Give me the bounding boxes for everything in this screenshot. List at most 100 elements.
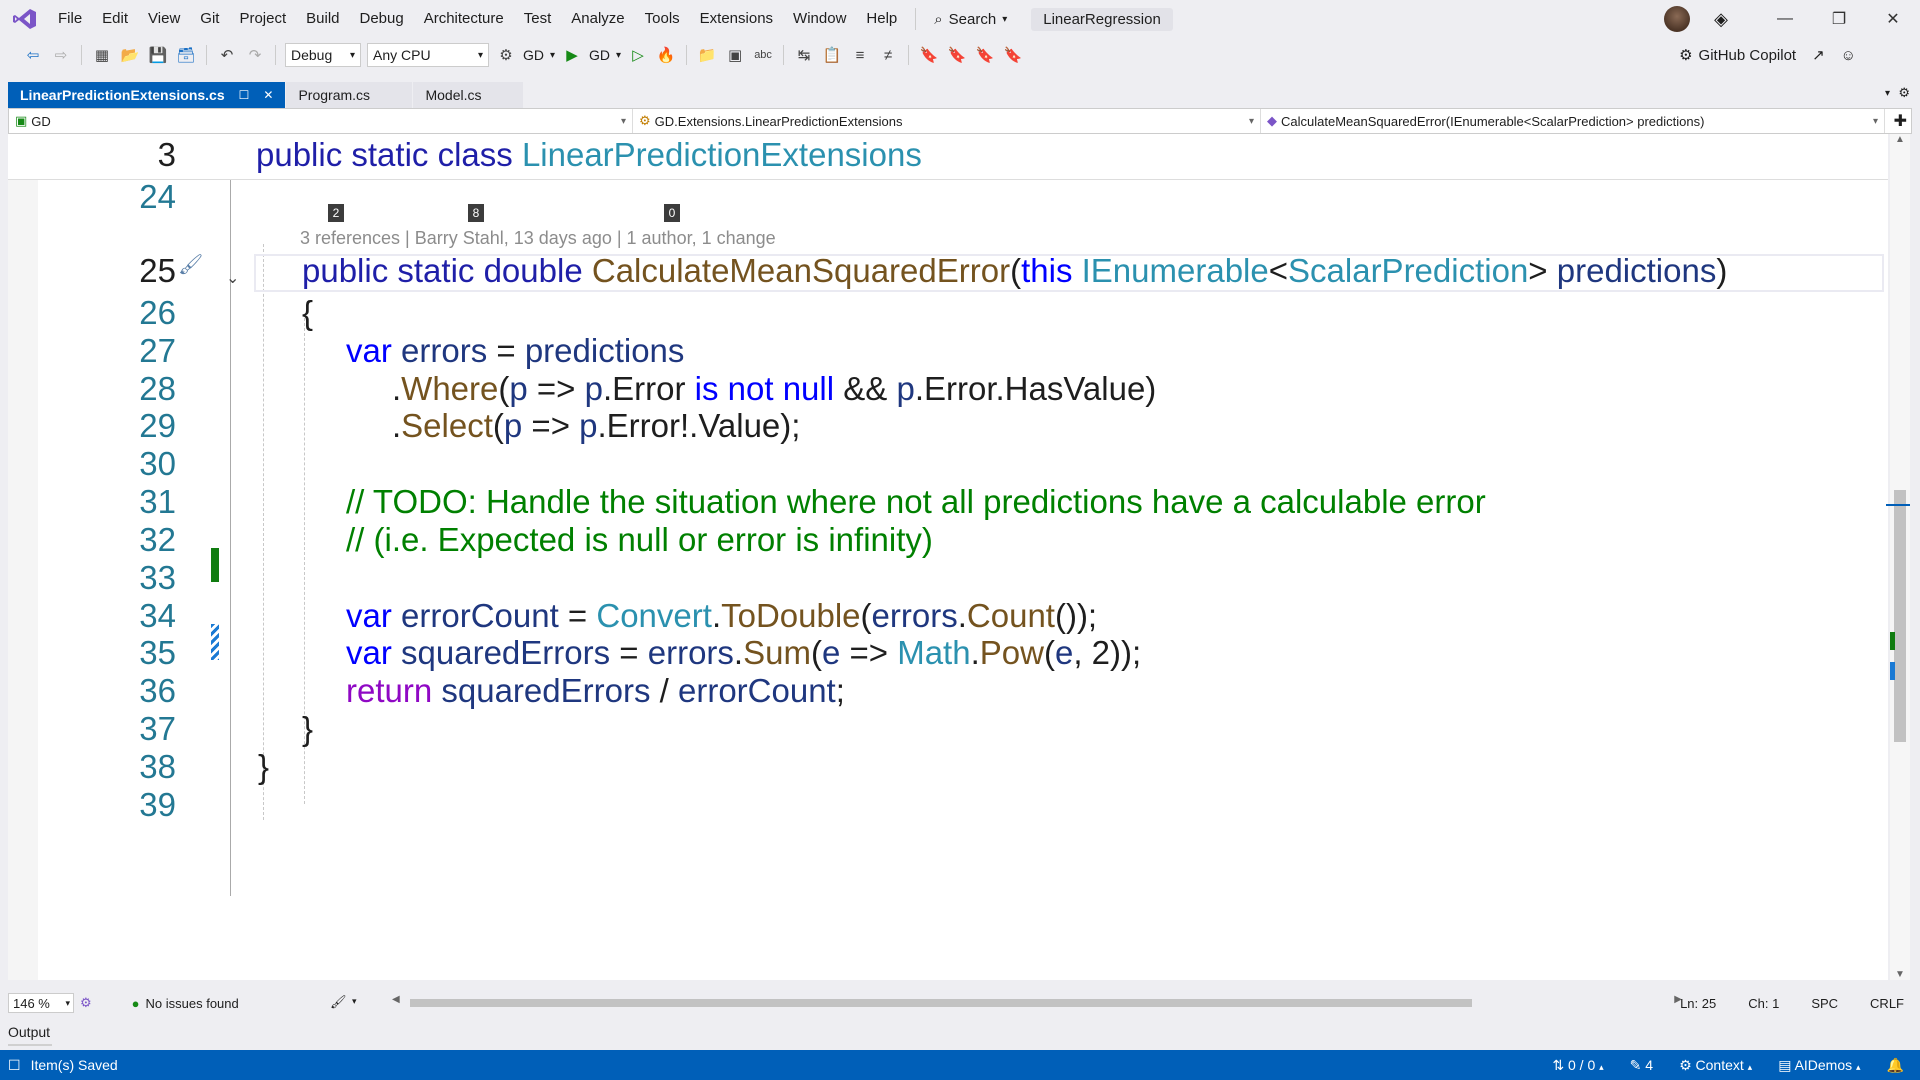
scroll-up-icon[interactable]: ▲: [1895, 134, 1905, 145]
horizontal-scrollbar[interactable]: ◀ ▶: [392, 994, 1682, 1009]
menu-architecture[interactable]: Architecture: [414, 0, 514, 38]
scroll-down-icon[interactable]: ▼: [1895, 969, 1905, 980]
browse-icon[interactable]: 📁: [696, 44, 718, 66]
editor-status-row: 146 % ▾ ⚙ ● No issues found 🖌 ▾ ◀ ▶ Ln: …: [0, 990, 1920, 1016]
member-dropdown[interactable]: ◆ CalculateMeanSquaredError(IEnumerable<…: [1261, 109, 1885, 133]
output-tab-underline: [8, 1044, 52, 1046]
menu-extensions[interactable]: Extensions: [690, 0, 783, 38]
sticky-scroll-header[interactable]: 3 public static class LinearPredictionEx…: [8, 134, 1888, 180]
menu-window[interactable]: Window: [783, 0, 856, 38]
visual-studio-logo-icon[interactable]: [12, 8, 38, 30]
tab-linear-prediction-extensions[interactable]: LinearPredictionExtensions.cs ☐ ✕: [8, 82, 286, 108]
column-indicator[interactable]: Ch: 1: [1732, 996, 1795, 1011]
minimize-button[interactable]: —: [1758, 10, 1812, 28]
menu-analyze[interactable]: Analyze: [561, 0, 634, 38]
comment-icon[interactable]: ≠: [877, 44, 899, 66]
line-indicator[interactable]: Ln: 25: [1664, 996, 1732, 1011]
context-indicator[interactable]: ⚙ Context ▴: [1679, 1057, 1752, 1074]
back-icon[interactable]: ⇦: [22, 44, 44, 66]
open-folder-icon[interactable]: 📂: [119, 44, 141, 66]
prev-bookmark-icon[interactable]: 🔖: [946, 44, 968, 66]
menu-view[interactable]: View: [138, 0, 190, 38]
scrollbar-thumb[interactable]: [410, 999, 1472, 1007]
whitespace-indicator[interactable]: SPC: [1795, 996, 1854, 1011]
code-editor[interactable]: 3 public static class LinearPredictionEx…: [8, 134, 1888, 980]
search-button[interactable]: ⌕ Search ▾: [924, 11, 1017, 28]
chevron-down-icon[interactable]: ▾: [616, 50, 621, 61]
output-tab-label[interactable]: Output: [8, 1024, 50, 1040]
code-line-29: .Select(p => p.Error!.Value);: [392, 407, 801, 444]
avatar[interactable]: [1664, 6, 1691, 32]
menu-divider: [915, 8, 917, 30]
pin-icon[interactable]: ☐: [239, 88, 250, 102]
pending-edits-indicator[interactable]: ✎ 4: [1630, 1057, 1653, 1074]
tab-program[interactable]: Program.cs: [286, 82, 413, 108]
code-line-31-comment: // TODO: Handle the situation where not …: [346, 483, 1486, 520]
indent-icon[interactable]: ≡: [849, 44, 871, 66]
play-icon[interactable]: ▶: [561, 44, 583, 66]
menu-debug[interactable]: Debug: [350, 0, 414, 38]
hot-reload-icon[interactable]: 🔥: [655, 44, 677, 66]
startup-project-label[interactable]: GD: [523, 47, 544, 63]
settings-gear-icon[interactable]: ⚙: [1898, 85, 1910, 101]
codelens-info[interactable]: 3 references | Barry Stahl, 13 days ago …: [300, 228, 776, 249]
save-all-icon[interactable]: 🗃: [175, 44, 197, 66]
feedback-icon[interactable]: ☺: [1841, 47, 1856, 64]
copilot-status-icon[interactable]: ⚙: [80, 995, 92, 1011]
menu-git[interactable]: Git: [190, 0, 229, 38]
close-icon[interactable]: ✕: [263, 88, 273, 102]
collapse-chevron-icon[interactable]: ⌄: [226, 268, 239, 288]
zoom-dropdown[interactable]: 146 % ▾: [8, 993, 74, 1013]
git-changes-indicator[interactable]: ⇅ 0 / 0 ▴: [1552, 1057, 1603, 1074]
menu-test[interactable]: Test: [514, 0, 562, 38]
change-overview-marker: [1890, 632, 1895, 650]
restore-button[interactable]: ❐: [1812, 9, 1866, 29]
layout-icon[interactable]: ▣: [724, 44, 746, 66]
menu-tools[interactable]: Tools: [635, 0, 690, 38]
menu-help[interactable]: Help: [856, 0, 907, 38]
platform-dropdown[interactable]: Any CPU ▾: [367, 43, 489, 67]
toolbar-divider: [783, 45, 785, 65]
chevron-down-icon[interactable]: ▾: [352, 996, 357, 1007]
scrollbar-thumb[interactable]: [1894, 490, 1906, 742]
bookmark-icon[interactable]: 🔖: [918, 44, 940, 66]
forward-icon[interactable]: ⇨: [50, 44, 72, 66]
share-icon[interactable]: ↗: [1812, 46, 1825, 64]
type-dropdown[interactable]: ⚙ GD.Extensions.LinearPredictionExtensio…: [633, 109, 1261, 133]
run-target-label[interactable]: GD: [589, 47, 610, 63]
vertical-scrollbar[interactable]: ▲ ▼: [1886, 134, 1910, 980]
clear-bookmarks-icon[interactable]: 🔖: [1002, 44, 1024, 66]
start-without-debugging-icon[interactable]: ▷: [627, 44, 649, 66]
tab-list-chevron-icon[interactable]: ▾: [1885, 88, 1890, 99]
menu-project[interactable]: Project: [229, 0, 296, 38]
code-cleanup-icon[interactable]: 🖌: [330, 994, 347, 1010]
diamond-icon[interactable]: ◈: [1714, 9, 1728, 30]
save-icon[interactable]: 💾: [147, 44, 169, 66]
redo-icon[interactable]: ↷: [244, 44, 266, 66]
new-project-icon[interactable]: ▦: [91, 44, 113, 66]
spell-check-icon[interactable]: abc: [752, 44, 774, 66]
project-dropdown[interactable]: ▣ GD ▾: [9, 109, 633, 133]
menu-edit[interactable]: Edit: [92, 0, 138, 38]
issues-indicator[interactable]: ● No issues found: [132, 996, 239, 1011]
undo-icon[interactable]: ↶: [216, 44, 238, 66]
cursor-position-info: Ln: 25 Ch: 1 SPC CRLF: [1664, 990, 1920, 1016]
menu-file[interactable]: File: [48, 0, 92, 38]
chevron-down-icon[interactable]: ▾: [550, 50, 555, 61]
split-icon[interactable]: ✚: [1894, 111, 1907, 131]
menu-build[interactable]: Build: [296, 0, 349, 38]
issues-text: No issues found: [145, 995, 239, 1011]
scroll-left-icon[interactable]: ◀: [392, 994, 400, 1005]
step-icon[interactable]: ↹: [793, 44, 815, 66]
configuration-dropdown[interactable]: Debug ▾: [285, 43, 361, 67]
close-button[interactable]: ✕: [1866, 9, 1920, 29]
tab-model[interactable]: Model.cs: [413, 82, 524, 108]
clipboard-icon[interactable]: 📋: [821, 44, 843, 66]
quick-actions-icon[interactable]: 🖌: [178, 252, 203, 277]
next-bookmark-icon[interactable]: 🔖: [974, 44, 996, 66]
github-copilot-button[interactable]: ⚙ GitHub Copilot ↗ ☺: [1679, 38, 1856, 72]
bell-icon[interactable]: 🔔: [1887, 1057, 1904, 1074]
line-ending-indicator[interactable]: CRLF: [1854, 996, 1920, 1011]
repository-indicator[interactable]: ▤ AIDemos ▴: [1778, 1057, 1860, 1074]
gear-icon[interactable]: ⚙: [495, 44, 517, 66]
